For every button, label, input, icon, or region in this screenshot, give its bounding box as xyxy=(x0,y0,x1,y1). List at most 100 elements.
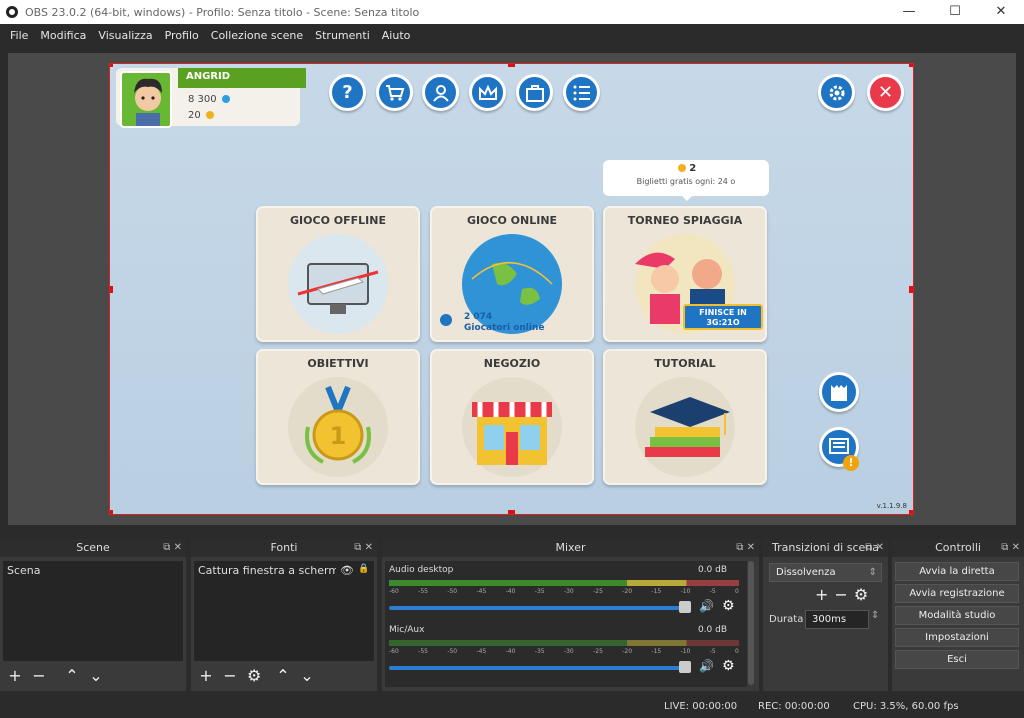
tick: -55 xyxy=(418,588,428,595)
add-icon[interactable]: + xyxy=(815,585,828,604)
menu-aiuto[interactable]: Aiuto xyxy=(382,29,411,42)
transition-select[interactable]: Dissolvenza ⇕ xyxy=(769,563,882,582)
resize-handle[interactable] xyxy=(508,510,515,514)
gear-icon[interactable]: ⚙ xyxy=(722,658,735,674)
resize-handle[interactable] xyxy=(909,286,913,293)
controls-dock-header: Controlli ⧉ ✕ xyxy=(892,539,1024,557)
volume-slider-thumb[interactable] xyxy=(679,661,691,673)
resize-handle[interactable] xyxy=(110,64,113,67)
title-bar: OBS 23.0.2 (64-bit, windows) - Profilo: … xyxy=(0,0,1024,24)
captured-game-window[interactable]: ANGRID 8 300 20 ? ✕ 2 Biglietti gratis o… xyxy=(109,63,914,515)
studio-mode-button[interactable]: Modalità studio xyxy=(895,606,1019,625)
tile-tutorial[interactable]: TUTORIAL xyxy=(603,349,767,485)
tile-negozio[interactable]: NEGOZIO xyxy=(430,349,594,485)
minimize-button[interactable]: — xyxy=(886,0,932,24)
scenes-dock-header: Scene ⧉ ✕ xyxy=(0,539,186,557)
sources-toolbar: + − ⚙ ⌃ ⌄ xyxy=(194,663,319,687)
tick: -35 xyxy=(534,648,545,655)
menu-profilo[interactable]: Profilo xyxy=(165,29,199,42)
settings-button[interactable]: Impostazioni xyxy=(895,628,1019,647)
volume-slider-thumb[interactable] xyxy=(679,601,691,613)
resize-handle[interactable] xyxy=(909,510,913,514)
dock-float-close-icons[interactable]: ⧉ ✕ xyxy=(354,539,373,557)
move-down-icon[interactable]: ⌄ xyxy=(89,666,103,685)
briefcase-icon[interactable] xyxy=(516,74,553,111)
resize-handle[interactable] xyxy=(508,64,515,67)
add-icon[interactable]: + xyxy=(199,666,213,685)
volume-slider[interactable] xyxy=(389,666,689,670)
close-button[interactable]: ✕ xyxy=(978,0,1024,24)
gear-icon[interactable]: ⚙ xyxy=(247,666,261,685)
airplane-illustration xyxy=(288,234,388,334)
profile-icon[interactable] xyxy=(422,74,459,111)
player-name: ANGRID xyxy=(186,71,231,82)
speaker-icon[interactable]: 🔊 xyxy=(699,599,714,613)
transition-toolbar: + − ⚙ xyxy=(815,585,868,604)
resize-handle[interactable] xyxy=(909,64,913,67)
dock-float-close-icons[interactable]: ⧉ ✕ xyxy=(865,539,884,557)
start-recording-button[interactable]: Avvia registrazione xyxy=(895,584,1019,603)
visibility-eye-icon[interactable]: 👁 xyxy=(340,564,354,577)
svg-text:1: 1 xyxy=(330,422,347,450)
add-icon[interactable]: + xyxy=(8,666,22,685)
exit-button[interactable]: Esci xyxy=(895,650,1019,669)
move-up-icon[interactable]: ⌃ xyxy=(276,666,290,685)
player-profile-card[interactable]: ANGRID 8 300 20 xyxy=(116,68,306,128)
menu-strumenti[interactable]: Strumenti xyxy=(315,29,370,42)
dock-float-close-icons[interactable]: ⧉ ✕ xyxy=(736,539,755,557)
tile-torneo-spiaggia[interactable]: TORNEO SPIAGGIA FINISCE IN 3G:21O xyxy=(603,206,767,342)
scene-item[interactable]: Scena xyxy=(3,561,183,580)
tile-gioco-offline[interactable]: GIOCO OFFLINE xyxy=(256,206,420,342)
tile-gioco-online[interactable]: GIOCO ONLINE 2 074 Giocatori online xyxy=(430,206,594,342)
resize-handle[interactable] xyxy=(110,286,113,293)
duration-input[interactable]: 300ms xyxy=(805,610,869,629)
sources-list[interactable]: Cattura finestra a schermo inte 👁 🔒 xyxy=(194,561,374,661)
remove-icon[interactable]: − xyxy=(834,585,847,604)
transition-select-value: Dissolvenza xyxy=(776,567,836,578)
start-streaming-button[interactable]: Avvia la diretta xyxy=(895,562,1019,581)
timer-label: FINISCE IN xyxy=(699,308,747,317)
settings-gear-icon[interactable] xyxy=(818,74,855,111)
tile-label: GIOCO OFFLINE xyxy=(290,214,386,227)
source-item[interactable]: Cattura finestra a schermo inte xyxy=(194,561,336,580)
mixer-scrollbar[interactable] xyxy=(748,561,754,685)
dock-float-close-icons[interactable]: ⧉ ✕ xyxy=(1001,539,1020,557)
volume-slider[interactable] xyxy=(389,606,689,610)
tick: -35 xyxy=(534,588,545,595)
gear-icon[interactable]: ⚙ xyxy=(854,585,868,604)
remove-icon[interactable]: − xyxy=(32,666,46,685)
move-down-icon[interactable]: ⌄ xyxy=(300,666,314,685)
menu-modifica[interactable]: Modifica xyxy=(40,29,86,42)
checklist-icon[interactable] xyxy=(563,74,600,111)
online-players-icon xyxy=(440,314,452,326)
resize-handle[interactable] xyxy=(110,510,113,514)
tick: -55 xyxy=(418,648,428,655)
tile-obiettivi[interactable]: OBIETTIVI 1 xyxy=(256,349,420,485)
speaker-icon[interactable]: 🔊 xyxy=(699,659,714,673)
tick: -15 xyxy=(651,588,662,595)
tick: -20 xyxy=(622,648,633,655)
tick: 0 xyxy=(735,588,739,595)
menu-collezione-scene[interactable]: Collezione scene xyxy=(211,29,303,42)
mixer-channel-desktop: Audio desktop 0.0 dB -60 -55 -50 -45 -40 -35-… xyxy=(389,565,743,625)
online-players-label: Giocatori online xyxy=(464,323,545,333)
move-up-icon[interactable]: ⌃ xyxy=(65,666,79,685)
game-close-icon[interactable]: ✕ xyxy=(867,74,904,111)
ticket-row: 2 xyxy=(603,163,769,174)
cart-icon[interactable] xyxy=(376,74,413,111)
castle-icon[interactable] xyxy=(819,372,859,412)
tick: -5 xyxy=(709,588,716,595)
crown-icon[interactable] xyxy=(469,74,506,111)
remove-icon[interactable]: − xyxy=(223,666,237,685)
alert-badge-icon: ! xyxy=(843,455,859,471)
transitions-dock-header: Transizioni di scena ⧉ ✕ xyxy=(763,539,888,557)
menu-file[interactable]: File xyxy=(10,29,28,42)
help-icon[interactable]: ? xyxy=(329,74,366,111)
maximize-button[interactable]: ☐ xyxy=(932,0,978,24)
menu-visualizza[interactable]: Visualizza xyxy=(98,29,152,42)
gear-icon[interactable]: ⚙ xyxy=(722,598,735,614)
dock-float-close-icons[interactable]: ⧉ ✕ xyxy=(163,539,182,557)
lock-icon[interactable]: 🔒 xyxy=(358,564,369,574)
spinner-icon[interactable]: ⇕ xyxy=(871,610,879,621)
scenes-list[interactable]: Scena xyxy=(3,561,183,661)
